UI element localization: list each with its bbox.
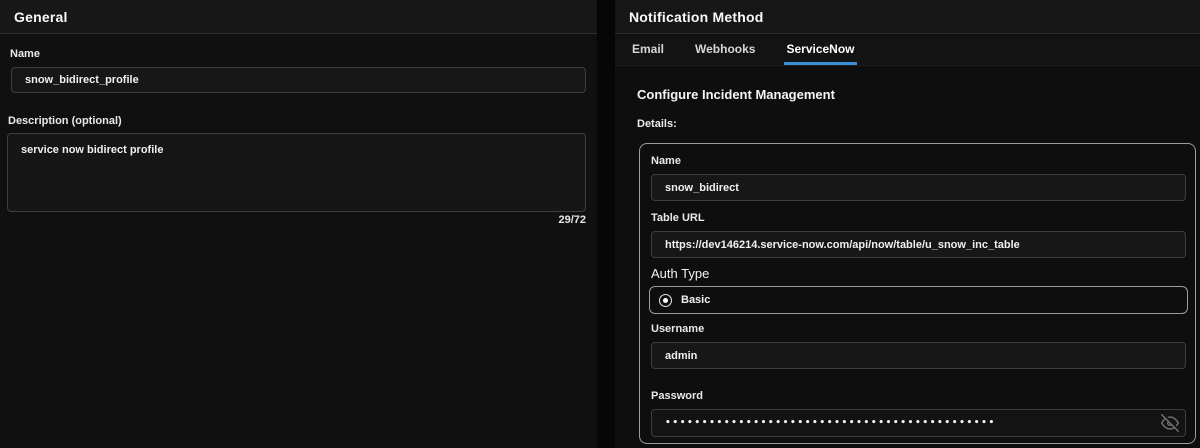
password-label: Password — [651, 390, 703, 402]
auth-type-basic-label: Basic — [681, 294, 710, 306]
notification-tab-bar: Email Webhooks ServiceNow — [615, 35, 1200, 66]
description-textarea[interactable]: service now bidirect profile — [7, 133, 586, 212]
username-label: Username — [651, 323, 704, 335]
username-input[interactable] — [651, 342, 1186, 369]
description-label: Description (optional) — [8, 115, 122, 127]
incident-name-input[interactable] — [651, 174, 1186, 201]
table-url-label: Table URL — [651, 212, 705, 224]
password-input[interactable] — [651, 409, 1186, 437]
tab-servicenow[interactable]: ServiceNow — [784, 35, 856, 65]
details-label: Details: — [637, 118, 677, 130]
profile-name-input[interactable] — [11, 67, 586, 93]
incident-name-label: Name — [651, 155, 681, 167]
eye-off-icon — [1161, 414, 1179, 432]
settings-page: General Name Description (optional) serv… — [0, 0, 1200, 448]
tab-webhooks[interactable]: Webhooks — [693, 35, 757, 65]
notification-method-panel: Notification Method Email Webhooks Servi… — [615, 0, 1200, 448]
tab-email[interactable]: Email — [630, 35, 666, 65]
table-url-input[interactable] — [651, 231, 1186, 258]
general-panel: General Name Description (optional) serv… — [0, 0, 597, 448]
auth-type-label: Auth Type — [651, 266, 709, 281]
password-visibility-toggle[interactable] — [1160, 414, 1179, 433]
configure-incident-management-title: Configure Incident Management — [637, 87, 835, 102]
radio-selected-icon — [659, 294, 672, 307]
notification-panel-title: Notification Method — [615, 9, 763, 25]
password-field — [651, 409, 1186, 437]
char-counter: 29/72 — [558, 214, 586, 226]
name-label: Name — [10, 48, 40, 60]
incident-details-box: Name Table URL Auth Type Basic Username … — [639, 143, 1196, 444]
general-panel-header: General — [0, 0, 597, 34]
notification-panel-header: Notification Method — [615, 0, 1200, 34]
auth-type-basic-radio[interactable]: Basic — [649, 286, 1188, 314]
general-panel-title: General — [0, 9, 68, 25]
